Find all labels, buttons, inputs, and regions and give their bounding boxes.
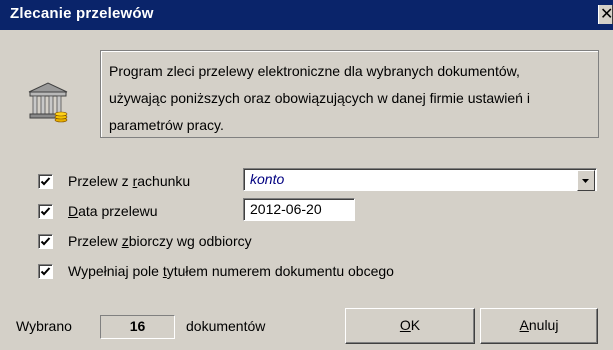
checkmark-icon — [40, 207, 51, 216]
title-bar: Zlecanie przelewów ✕ — [0, 0, 613, 30]
account-label: Przelew z rachunku — [68, 173, 191, 189]
info-line: parametrów pracy. — [109, 117, 224, 133]
date-value: 2012-06-20 — [250, 201, 322, 217]
title-fill-checkbox[interactable] — [38, 264, 53, 279]
collective-label: Przelew zbiorczy wg odbiorcy — [68, 233, 252, 249]
chevron-down-icon — [582, 179, 589, 183]
selected-count-box: 16 — [100, 315, 175, 339]
checkmark-icon — [40, 237, 51, 246]
bank-building-icon — [28, 82, 68, 123]
close-icon: ✕ — [600, 6, 613, 23]
close-button[interactable]: ✕ — [598, 5, 613, 24]
selected-suffix: dokumentów — [186, 318, 266, 334]
window-title: Zlecanie przelewów — [10, 5, 154, 22]
account-dropdown-button[interactable] — [577, 170, 595, 191]
selected-label: Wybrano — [16, 318, 72, 334]
checkmark-icon — [40, 177, 51, 186]
cancel-button[interactable]: Anuluj — [480, 308, 598, 344]
account-combo[interactable]: konto — [243, 168, 597, 191]
info-text: Program zleci przelewy elektroniczne dla… — [109, 58, 589, 139]
title-fill-label: Wypełniaj pole tytułem numerem dokumentu… — [68, 263, 394, 279]
date-input[interactable]: 2012-06-20 — [243, 198, 355, 221]
account-checkbox[interactable] — [38, 174, 53, 189]
account-combo-value: konto — [250, 171, 285, 187]
collective-checkbox[interactable] — [38, 234, 53, 249]
checkmark-icon — [40, 267, 51, 276]
date-label: Data przelewu — [68, 203, 158, 219]
selected-count: 16 — [129, 318, 146, 334]
ok-button[interactable]: OK — [345, 308, 475, 344]
date-checkbox[interactable] — [38, 204, 53, 219]
info-line: używając poniższych oraz obowiązujących … — [109, 90, 530, 106]
info-panel: Program zleci przelewy elektroniczne dla… — [100, 50, 599, 138]
info-line: Program zleci przelewy elektroniczne dla… — [109, 63, 520, 79]
